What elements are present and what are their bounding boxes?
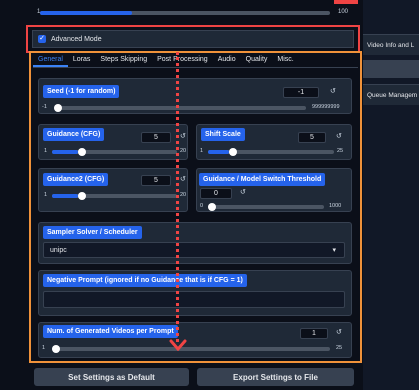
tab-steps-skipping[interactable]: Steps Skipping [95,54,152,67]
switch-threshold-slider-thumb[interactable] [208,203,216,211]
guidance-max: 20 [180,148,187,154]
sampler-dropdown[interactable]: unipc ▾ [43,242,345,258]
sampler-label: Sampler Solver / Scheduler [43,226,142,239]
shift-scale-label: Shift Scale [201,128,245,141]
right-tab-queue[interactable]: Queue Managem [363,84,419,105]
highlight-edge [334,0,358,4]
guidance2-slider-fill [52,194,78,198]
switch-threshold-min: 0 [200,203,204,209]
advanced-mode-label: Advanced Mode [51,35,102,43]
scroll-arrow-head-icon [169,339,187,351]
seed-reset-icon[interactable]: ↺ [330,87,336,95]
top-slider-min: 1 [37,9,41,15]
guidance2-input[interactable]: 5 [141,175,171,186]
right-panel [363,0,419,390]
guidance2-max: 20 [180,192,187,198]
seed-min: -1 [42,104,47,110]
export-settings-button[interactable]: Export Settings to File [197,368,354,386]
shift-scale-slider-fill [208,150,229,154]
tab-loras[interactable]: Loras [68,54,96,67]
seed-slider-thumb[interactable] [54,104,62,112]
num-videos-label: Num. of Generated Videos per Prompt [43,325,178,338]
seed-input[interactable]: -1 [283,87,319,98]
guidance-input[interactable]: 5 [141,132,171,143]
guidance-slider-thumb[interactable] [78,148,86,156]
sampler-value: unipc [50,246,67,254]
seed-label: Seed (-1 for random) [43,85,120,98]
num-videos-slider-thumb[interactable] [52,345,60,353]
guidance2-reset-icon[interactable]: ↺ [180,175,186,183]
switch-threshold-input[interactable]: 0 [200,188,232,199]
shift-scale-input[interactable]: 5 [298,132,326,143]
num-videos-slider-track[interactable] [52,347,330,351]
switch-threshold-reset-icon[interactable]: ↺ [240,188,246,196]
switch-threshold-label: Guidance / Model Switch Threshold [199,173,326,186]
switch-threshold-slider-track[interactable] [208,205,324,209]
advanced-mode-row[interactable]: ✓ Advanced Mode [32,30,354,48]
num-videos-min: 1 [42,345,46,351]
right-tab-spacer [363,60,419,78]
top-slider-fill [40,11,132,15]
tab-general[interactable]: General [33,54,68,67]
right-tab-video-info[interactable]: Video Info and L [363,34,419,55]
chevron-down-icon: ▾ [332,247,336,254]
guidance-reset-icon[interactable]: ↺ [180,132,186,140]
num-videos-reset-icon[interactable]: ↺ [336,328,342,336]
switch-threshold-max: 1000 [329,203,342,209]
tab-quality[interactable]: Quality [241,54,273,67]
set-default-button[interactable]: Set Settings as Default [34,368,189,386]
guidance-min: 1 [44,148,48,154]
guidance2-min: 1 [44,192,48,198]
negative-prompt-label: Negative Prompt (ignored if no Guidance … [43,274,247,287]
guidance-slider-fill [52,150,78,154]
tab-misc[interactable]: Misc. [272,54,298,67]
shift-scale-reset-icon[interactable]: ↺ [336,132,342,140]
negative-prompt-input[interactable] [43,291,345,308]
seed-max: 999999999 [312,104,340,110]
shift-scale-max: 25 [337,148,344,154]
guidance-label: Guidance (CFG) [43,128,105,141]
num-videos-input[interactable]: 1 [300,328,328,339]
shift-scale-slider-thumb[interactable] [229,148,237,156]
settings-tabs: General Loras Steps Skipping Post Proces… [33,54,358,68]
guidance2-slider-thumb[interactable] [78,192,86,200]
tab-post-processing[interactable]: Post Processing [152,54,213,67]
advanced-mode-checkbox[interactable]: ✓ [38,35,46,43]
guidance2-label: Guidance2 (CFG) [43,173,109,186]
top-slider-max: 100 [338,9,349,15]
tab-audio[interactable]: Audio [213,54,241,67]
shift-scale-min: 1 [200,148,204,154]
num-videos-max: 25 [336,345,343,351]
seed-slider-track[interactable] [54,106,306,110]
scroll-arrow-line [176,52,180,342]
